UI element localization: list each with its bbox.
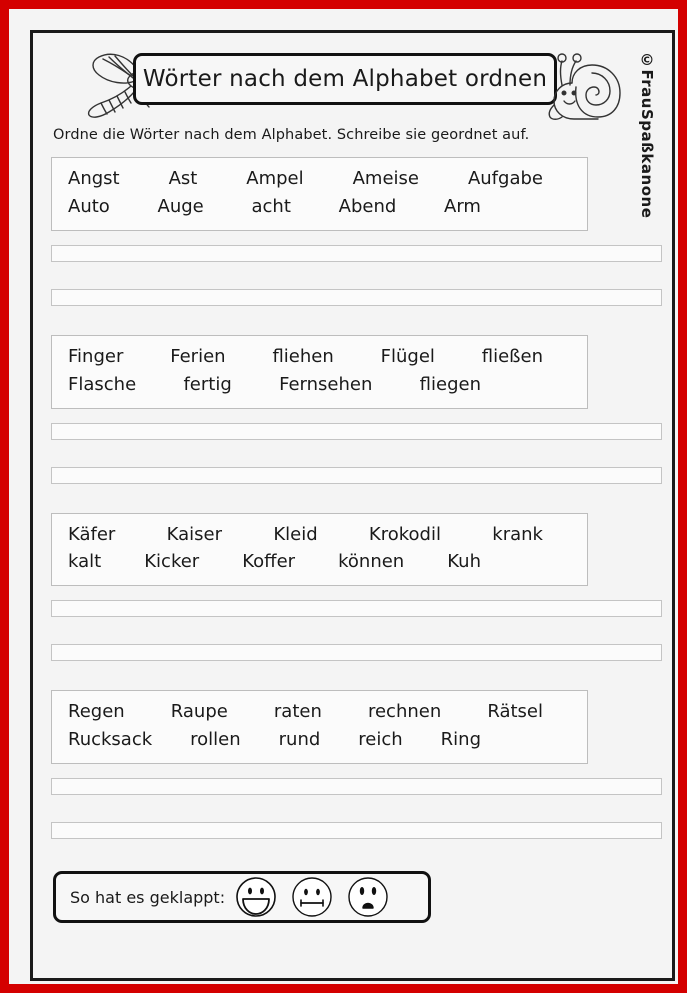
exercise-group: Angst Ast Ampel Ameise Aufgabe Auto Auge acht Ab… [47,157,662,324]
word-item: fliehen [272,345,334,367]
answer-lines [47,244,662,306]
word-item: Ast [168,168,198,189]
word-item: Koffer [242,551,296,573]
word-item: reich [358,729,403,751]
instruction-text: Ordne die Wörter nach dem Alphabet. Schr… [53,127,530,143]
word-item: Rucksack [68,729,153,751]
writing-line[interactable] [51,822,662,840]
word-item: Fernsehen [279,373,373,395]
sad-face-icon[interactable] [347,876,389,918]
answer-lines [47,778,662,840]
word-item: krank [492,523,543,545]
word-item: Flügel [380,345,435,367]
writing-line[interactable] [51,422,662,440]
word-row: Angst Ast Ampel Ameise Aufgabe [68,165,571,193]
answer-lines [47,422,662,484]
word-item: Flasche [68,373,137,395]
word-item: Krokodil [368,523,441,545]
word-item: Ampel [246,168,304,189]
worksheet-page: Wörter nach dem Alphabet ordnen Ordne di… [30,30,675,981]
word-bank-box: Finger Ferien fliehen Flügel fließen Flasche f… [51,334,588,409]
word-item: Raupe [170,701,228,723]
word-item: Abend [338,195,397,217]
word-item: rechnen [367,701,442,723]
neutral-face-icon[interactable] [291,876,333,918]
word-item: Kuh [447,551,481,573]
exercise-groups: Angst Ast Ampel Ameise Aufgabe Auto Auge acht Ab… [47,157,662,857]
exercise-group: Käfer Kaiser Kleid Krokodil krank kalt Kicker K… [47,512,662,680]
red-page-border: Wörter nach dem Alphabet ordnen Ordne di… [0,0,687,993]
word-row: Rucksack rollen rund reich Ring [68,726,571,754]
copyright-label: ©FrauSpaßkanone [638,51,656,219]
word-item: Finger [68,345,124,367]
title-banner: Wörter nach dem Alphabet ordnen [133,53,557,105]
word-item: Auto [68,195,110,217]
word-row: Käfer Kaiser Kleid Krokodil krank [68,521,571,549]
word-item: kalt [68,551,102,573]
word-bank-box: Angst Ast Ampel Ameise Aufgabe Auto Auge acht Ab… [51,157,588,231]
word-item: Arm [444,195,481,217]
word-row: kalt Kicker Koffer können Kuh [68,548,571,576]
word-item: Ferien [170,345,226,367]
word-item: rollen [190,729,241,751]
word-item: Auge [157,195,204,217]
word-item: fließen [481,345,543,367]
writing-line[interactable] [51,288,662,306]
self-assessment-box: So hat es geklappt: [53,871,431,924]
rating-faces [235,876,389,918]
word-row: Auto Auge acht Abend Arm [68,193,571,221]
answer-lines [47,600,662,662]
word-item: Kicker [144,551,200,573]
snail-icon [548,53,621,120]
word-item: fliegen [419,373,481,395]
writing-line[interactable] [51,778,662,796]
writing-line[interactable] [51,466,662,484]
word-bank-box: Käfer Kaiser Kleid Krokodil krank kalt Kicker K… [51,512,588,587]
word-item: fertig [183,373,232,395]
word-item: Angst [68,168,120,189]
word-item: Käfer [68,523,116,545]
word-item: acht [251,195,291,217]
word-item: Kaiser [166,523,223,545]
word-item: raten [273,701,322,723]
writing-line[interactable] [51,244,662,262]
word-row: Regen Raupe raten rechnen Rätsel [68,698,571,726]
happy-face-icon[interactable] [235,876,277,918]
worksheet-header: Wörter nach dem Alphabet ordnen [47,43,658,121]
word-bank-box: Regen Raupe raten rechnen Rätsel Rucksack roll… [51,690,588,765]
word-item: Rätsel [487,701,543,723]
paper-margin: Wörter nach dem Alphabet ordnen Ordne di… [9,9,678,984]
word-item: Ameise [352,168,419,189]
writing-line[interactable] [51,644,662,662]
word-item: können [338,551,405,573]
word-row: Flasche fertig Fernsehen fliegen [68,371,571,399]
worksheet-content: Wörter nach dem Alphabet ordnen Ordne di… [33,33,672,978]
word-row: Finger Ferien fliehen Flügel fließen [68,343,571,371]
exercise-group: Finger Ferien fliehen Flügel fließen Flasche f… [47,334,662,502]
word-item: Kleid [273,523,318,545]
word-item: Ring [440,729,481,751]
self-assessment-label: So hat es geklappt: [70,887,226,907]
word-item: Regen [68,701,125,723]
word-item: Aufgabe [467,168,543,189]
page-title: Wörter nach dem Alphabet ordnen [142,66,548,92]
exercise-group: Regen Raupe raten rechnen Rätsel Rucksack roll… [47,690,662,857]
word-item: rund [278,729,321,751]
writing-line[interactable] [51,600,662,618]
